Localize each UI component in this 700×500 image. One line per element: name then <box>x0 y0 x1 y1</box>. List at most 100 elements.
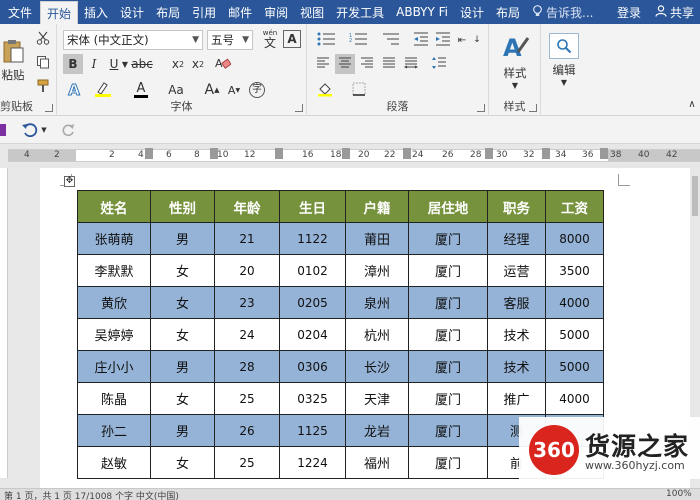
table-cell[interactable]: 0205 <box>279 286 346 319</box>
table-cell[interactable]: 1125 <box>279 414 346 447</box>
header-cell[interactable]: 性别 <box>150 190 215 223</box>
character-border-button[interactable]: A <box>283 30 301 48</box>
tab-table-layout[interactable]: 布局 <box>490 0 526 24</box>
font-name-combo[interactable]: 宋体 (中文正文) ▼ <box>63 30 203 50</box>
table-cell[interactable]: 厦门 <box>408 318 488 351</box>
table-cell[interactable]: 男 <box>150 350 215 383</box>
table-cell[interactable]: 8000 <box>545 222 604 255</box>
numbering-button[interactable]: 12 <box>345 30 373 50</box>
table-cell[interactable]: 厦门 <box>408 350 488 383</box>
table-cell[interactable]: 吴婷婷 <box>77 318 151 351</box>
header-cell[interactable]: 工资 <box>545 190 604 223</box>
table-cell[interactable]: 孙二 <box>77 414 151 447</box>
chinese-layout-button[interactable]: ⇤ <box>455 30 469 50</box>
paste-button[interactable]: 粘贴 <box>0 30 26 90</box>
column-marker[interactable] <box>542 148 550 159</box>
tab-table-design[interactable]: 设计 <box>454 0 490 24</box>
table-cell[interactable]: 庄小小 <box>77 350 151 383</box>
table-cell[interactable]: 25 <box>214 382 280 415</box>
undo-icon[interactable] <box>20 121 40 139</box>
table-cell[interactable]: 0325 <box>279 382 346 415</box>
table-cell[interactable]: 厦门 <box>408 222 488 255</box>
borders-button[interactable] <box>347 80 371 100</box>
table-cell[interactable]: 0102 <box>279 254 346 287</box>
table-cell[interactable]: 女 <box>150 318 215 351</box>
italic-button[interactable]: I <box>85 54 103 74</box>
table-cell[interactable]: 女 <box>150 254 215 287</box>
tab-home[interactable]: 开始 <box>40 1 79 24</box>
table-cell[interactable]: 黄欣 <box>77 286 151 319</box>
zoom-level[interactable]: 100% <box>666 489 692 499</box>
table-cell[interactable]: 厦门 <box>408 382 488 415</box>
tab-review[interactable]: 审阅 <box>258 0 294 24</box>
tab-abbyy[interactable]: ABBYY Fi <box>390 0 454 24</box>
table-cell[interactable]: 厦门 <box>408 286 488 319</box>
table-cell[interactable]: 莆田 <box>345 222 409 255</box>
underline-dropdown-icon[interactable]: ▼ <box>121 54 129 74</box>
change-case-button[interactable]: Aa <box>163 80 189 100</box>
table-cell[interactable]: 技术 <box>487 350 546 383</box>
highlight-button[interactable] <box>91 80 115 100</box>
table-cell[interactable]: 经理 <box>487 222 546 255</box>
table-cell[interactable]: 厦门 <box>408 446 488 479</box>
table-cell[interactable]: 0306 <box>279 350 346 383</box>
table-cell[interactable]: 4000 <box>545 382 604 415</box>
header-cell[interactable]: 年龄 <box>214 190 280 223</box>
table-cell[interactable]: 1224 <box>279 446 346 479</box>
redo-icon[interactable] <box>58 121 78 139</box>
table-cell[interactable]: 21 <box>214 222 280 255</box>
column-marker[interactable] <box>403 148 411 159</box>
login-button[interactable]: 登录 <box>609 0 649 24</box>
line-spacing-button[interactable] <box>427 54 451 74</box>
table-cell[interactable]: 女 <box>150 286 215 319</box>
horizontal-ruler[interactable]: 4 2 2 4 6 8 10 12 16 18 20 22 24 26 28 3… <box>0 145 700 165</box>
tab-references[interactable]: 引用 <box>186 0 222 24</box>
clipboard-launcher-icon[interactable] <box>45 104 53 112</box>
shrink-font-button[interactable]: A ▼ <box>225 80 243 100</box>
save-icon[interactable] <box>0 122 8 138</box>
table-cell[interactable]: 赵敏 <box>77 446 151 479</box>
table-cell[interactable]: 女 <box>150 382 215 415</box>
tab-mailings[interactable]: 邮件 <box>222 0 258 24</box>
copy-button[interactable] <box>34 54 52 72</box>
align-right-button[interactable] <box>357 54 377 74</box>
ribbon-collapse-icon[interactable]: ∧ <box>686 98 698 110</box>
table-cell[interactable]: 男 <box>150 414 215 447</box>
styles-launcher-icon[interactable] <box>529 104 537 112</box>
tab-file[interactable]: 文件 <box>0 0 40 24</box>
tab-insert[interactable]: 插入 <box>78 0 114 24</box>
table-cell[interactable]: 5000 <box>545 318 604 351</box>
font-launcher-icon[interactable] <box>295 104 303 112</box>
tell-me-box[interactable]: 告诉我... <box>526 0 599 24</box>
align-left-button[interactable] <box>313 54 333 74</box>
table-cell[interactable]: 技术 <box>487 318 546 351</box>
table-cell[interactable]: 28 <box>214 350 280 383</box>
table-cell[interactable]: 25 <box>214 446 280 479</box>
scrollbar-thumb[interactable] <box>692 176 698 216</box>
table-cell[interactable]: 张萌萌 <box>77 222 151 255</box>
table-cell[interactable]: 男 <box>150 222 215 255</box>
table-cell[interactable]: 长沙 <box>345 350 409 383</box>
header-cell[interactable]: 户籍 <box>345 190 409 223</box>
strikethrough-button[interactable]: abc <box>131 54 153 74</box>
header-cell[interactable]: 职务 <box>487 190 546 223</box>
table-cell[interactable]: 福州 <box>345 446 409 479</box>
paragraph-launcher-icon[interactable] <box>477 104 485 112</box>
font-size-combo[interactable]: 五号 ▼ <box>207 30 253 50</box>
phonetic-guide-button[interactable]: wén 文 <box>259 28 281 50</box>
undo-dropdown-icon[interactable]: ▼ <box>40 121 48 139</box>
column-marker[interactable] <box>145 148 153 159</box>
distribute-button[interactable] <box>401 54 421 74</box>
vertical-ruler[interactable] <box>0 168 8 478</box>
table-cell[interactable]: 20 <box>214 254 280 287</box>
table-cell[interactable]: 天津 <box>345 382 409 415</box>
cut-button[interactable] <box>34 30 52 48</box>
table-cell[interactable]: 龙岩 <box>345 414 409 447</box>
table-cell[interactable]: 厦门 <box>408 414 488 447</box>
enclose-char-button[interactable]: 字 <box>247 80 267 100</box>
column-marker[interactable] <box>342 148 350 159</box>
table-cell[interactable]: 杭州 <box>345 318 409 351</box>
column-marker[interactable] <box>210 148 218 159</box>
decrease-indent-button[interactable] <box>411 30 431 50</box>
superscript-button[interactable]: x2 <box>189 54 207 74</box>
